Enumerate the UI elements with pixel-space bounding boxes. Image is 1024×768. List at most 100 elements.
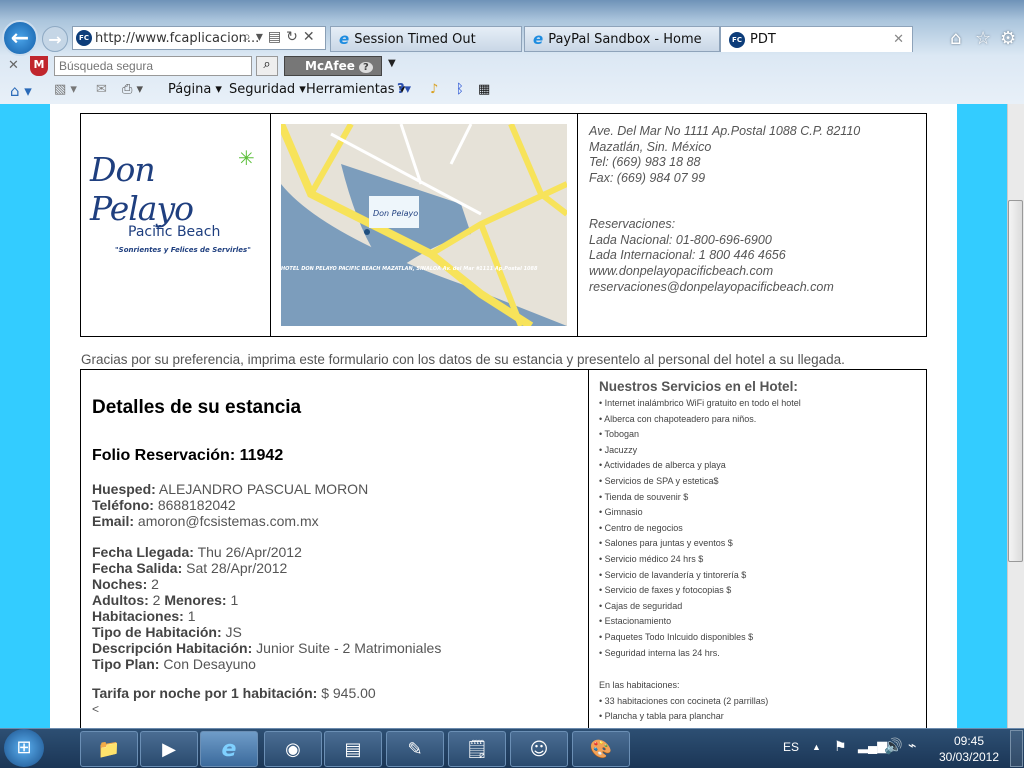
logo-flower-icon: ✳ — [238, 146, 255, 170]
folio-heading: Folio Reservación: 11942 — [92, 447, 284, 464]
search-icon[interactable]: ⌕ — [256, 56, 278, 76]
detail-row: Fecha Salida: Sat 28/Apr/2012 — [92, 560, 288, 576]
taskbar-app-3[interactable]: ✎ — [386, 731, 444, 767]
menu-herramientas[interactable]: Herramientas ▾ — [306, 82, 405, 97]
reservation-contacts: Reservaciones: Lada Nacional: 01-800-696… — [589, 217, 834, 296]
detail-row: Descripción Habitación: Junior Suite - 2… — [92, 640, 442, 656]
room-amenities-list: En las habitaciones: • 33 habitaciones c… — [599, 678, 768, 725]
favorites-star-icon[interactable]: ☆ — [975, 28, 991, 49]
tab-session-timed-out[interactable]: e Session Timed Out — [330, 26, 522, 52]
mail-icon[interactable]: ✉ — [96, 82, 107, 97]
service-item: • Tobogan — [599, 429, 640, 440]
service-item: • Tienda de souvenir $ — [599, 491, 689, 502]
help-icon[interactable]: ? — [359, 62, 373, 73]
service-item: • Servicios de SPA y estetica$ — [599, 475, 719, 486]
taskbar-app-4[interactable]: ☺ — [510, 731, 568, 767]
service-item: • Servicio de faxes y fotocopias $ — [599, 585, 732, 596]
taskbar-paint[interactable]: 🎨 — [572, 731, 630, 767]
power-icon[interactable]: ⌁ — [908, 737, 916, 754]
volume-icon[interactable]: 🔊 — [884, 737, 903, 755]
network-signal-icon[interactable]: ▂▄▆ — [858, 738, 887, 754]
room-amenity-item: • Plancha y tabla para planchar — [599, 711, 724, 722]
email-link[interactable]: reservaciones@donpelayopacificbeach.com — [589, 280, 834, 296]
hotel-address: Ave. Del Mar No 1111 Ap.Postal 1088 C.P.… — [589, 124, 861, 186]
detail-row: Habitaciones: 1 — [92, 608, 196, 624]
service-item: • Paquetes Todo Inlcuido disponibles $ — [599, 631, 754, 642]
settings-gear-icon[interactable]: ⚙ — [1000, 28, 1016, 49]
home-icon[interactable]: ⌂ ▾ — [10, 82, 32, 100]
service-item: • Internet inalámbrico WiFi gratuito en … — [599, 398, 801, 408]
taskbar-app-1[interactable]: ◉ — [264, 731, 322, 767]
detail-row: Noches: 2 — [92, 576, 159, 592]
detail-row: Tipo Plan: Con Desayuno — [92, 656, 256, 672]
show-hidden-icons[interactable]: ▲ — [812, 742, 821, 752]
taskbar-app-2[interactable]: ▤ — [324, 731, 382, 767]
bluetooth-icon[interactable]: ᛒ — [456, 82, 464, 97]
ie-icon: e — [533, 30, 544, 48]
close-toolbar-icon[interactable]: ✕ — [8, 58, 19, 80]
clock[interactable]: 09:45 30/03/2012 — [934, 733, 1004, 765]
hotel-logo: Don Pelayo Pacific Beach "Sonrientes y F… — [90, 146, 255, 254]
safe-search-input[interactable] — [54, 56, 252, 76]
ie-icon: e — [339, 30, 350, 48]
details-title: Detalles de su estancia — [92, 397, 302, 418]
tab-paypal-sandbox[interactable]: e PayPal Sandbox - Home — [524, 26, 720, 52]
search-refresh-stop-icons[interactable]: ⌕▾▤↻✕ — [243, 29, 320, 45]
menu-pagina[interactable]: Página ▾ — [168, 82, 222, 97]
taskbar-media-player[interactable]: ▶ — [140, 731, 198, 767]
service-item: • Seguridad interna las 24 hrs. — [599, 647, 720, 658]
website-link[interactable]: www.donpelayopacificbeach.com — [589, 264, 834, 280]
service-item: • Servicio médico 24 hrs $ — [599, 553, 704, 564]
stay-info: Fecha Llegada: Thu 26/Apr/2012 Fecha Sali… — [92, 544, 441, 672]
site-favicon-icon: FC — [76, 30, 92, 46]
detail-row: Adultos: 2 Menores: 1 — [92, 592, 239, 608]
guest-info: Huesped: ALEJANDRO PASCUAL MORON Teléfono… — [92, 481, 368, 529]
taskbar-internet-explorer[interactable]: e — [200, 731, 258, 767]
service-item: • Cajas de seguridad — [599, 600, 683, 611]
room-amenity-item: • 33 habitaciones con cocineta (2 parril… — [599, 695, 769, 706]
detail-row: Teléfono: 8688182042 — [92, 497, 236, 513]
detail-row: Tipo de Habitación: JS — [92, 624, 242, 640]
qr-code-icon[interactable]: ▦ — [478, 82, 490, 97]
mcafee-shield-icon: M — [30, 56, 48, 76]
location-map: Don Pelayo HOTEL DON PELAYO PACIFIC BEAC… — [281, 124, 567, 326]
services-title: Nuestros Servicios en el Hotel: — [599, 379, 798, 394]
svg-text:HOTEL DON PELAYO PACIFIC BEACH: HOTEL DON PELAYO PACIFIC BEACH MAZATLAN,… — [281, 266, 538, 272]
menu-seguridad[interactable]: Seguridad ▾ — [229, 82, 306, 97]
service-item: • Estacionamiento — [599, 616, 672, 627]
service-item: • Centro de negocios — [599, 522, 683, 533]
feeds-icon[interactable]: ▧ ▾ — [54, 82, 77, 97]
show-desktop-button[interactable] — [1010, 730, 1023, 767]
browser-chrome — [0, 0, 1024, 104]
home-icon[interactable]: ⌂ — [950, 28, 961, 49]
service-item: • Servicio de lavandería y tintorería $ — [599, 569, 747, 580]
tab-pdt[interactable]: FC PDT ✕ — [720, 26, 913, 52]
mcafee-button[interactable]: McAfee ? — [284, 56, 382, 76]
detail-row: Huesped: ALEJANDRO PASCUAL MORON — [92, 481, 369, 497]
scrollbar-thumb[interactable] — [1008, 200, 1023, 562]
forward-button[interactable]: → — [42, 26, 68, 52]
back-button[interactable]: ← — [2, 20, 38, 56]
detail-row: Email: amoron@fcsistemas.com.mx — [92, 513, 319, 529]
taskbar-notepad[interactable]: 🗒 — [448, 731, 506, 767]
fc-icon: FC — [729, 31, 745, 48]
close-tab-icon[interactable]: ✕ — [893, 32, 904, 47]
help-icon[interactable]: ?▾ — [397, 82, 411, 97]
service-item: • Jacuzzy — [599, 444, 638, 455]
thanks-message: Gracias por su preferencia, imprima este… — [81, 352, 845, 367]
research-icon[interactable]: ♪ — [430, 82, 438, 97]
svg-text:Don Pelayo: Don Pelayo — [373, 209, 418, 218]
start-button[interactable]: ⊞ — [4, 729, 44, 767]
address-bar[interactable]: FC http://www.fcaplicacion... ⌕▾▤↻✕ — [72, 26, 326, 50]
services-list: • Internet inalámbrico WiFi gratuito en … — [599, 396, 801, 661]
chevron-down-icon[interactable]: ▼ — [388, 58, 396, 80]
service-item: • Actividades de alberca y playa — [599, 460, 726, 471]
taskbar-explorer[interactable]: 📁 — [80, 731, 138, 767]
service-item: • Alberca con chapoteadero para niños. — [599, 413, 757, 424]
action-center-flag-icon[interactable]: ⚑ — [834, 738, 847, 755]
language-indicator[interactable]: ES — [783, 740, 799, 754]
service-item: • Salones para juntas y eventos $ — [599, 538, 733, 549]
detail-row: Fecha Llegada: Thu 26/Apr/2012 — [92, 544, 302, 560]
rate-info: Tarifa por noche por 1 habitación: $ 945… — [92, 685, 376, 716]
print-icon[interactable]: ⎙ ▾ — [122, 82, 143, 97]
